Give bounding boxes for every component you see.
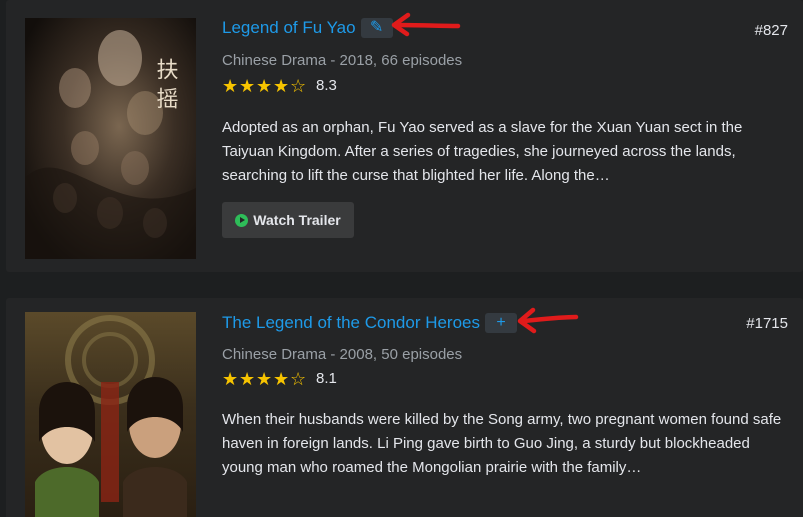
title-row: Legend of Fu Yao ✎ [222,16,393,40]
add-to-list-button[interactable]: + [485,313,518,333]
show-poster[interactable]: 扶 摇 [25,18,196,259]
watch-trailer-button[interactable]: Watch Trailer [222,202,354,238]
rating-score: 8.3 [316,77,337,94]
rank-number: #1715 [746,315,788,332]
rating: ★ ★ ★ ★ ☆ 8.1 [222,369,337,389]
watch-trailer-label: Watch Trailer [253,212,341,228]
rank-number: #827 [754,22,788,39]
star-rating: ★ ★ ★ ★ ☆ [222,369,307,389]
edit-button[interactable]: ✎ [360,18,393,38]
title-row: The Legend of the Condor Heroes + [222,311,518,335]
show-poster[interactable] [25,312,196,517]
pencil-icon: ✎ [369,19,384,36]
show-card: 扶 摇 Legend of Fu Yao ✎ #827 Chinese Dram… [6,0,803,272]
rating: ★ ★ ★ ★ ☆ 8.3 [222,76,337,96]
show-meta: Chinese Drama - 2008, 50 episodes [222,346,463,363]
show-description: When their husbands were killed by the S… [222,411,782,476]
show-card: The Legend of the Condor Heroes + #1715 … [6,298,803,517]
star-full-icon: ★ [222,76,239,96]
star-empty-icon: ☆ [290,76,307,96]
star-full-icon: ★ [239,369,256,389]
show-title-link[interactable]: Legend of Fu Yao [222,16,356,40]
star-full-icon: ★ [273,369,290,389]
rating-score: 8.1 [316,370,337,387]
show-title-link[interactable]: The Legend of the Condor Heroes [222,311,480,335]
show-meta: Chinese Drama - 2018, 66 episodes [222,52,463,69]
star-full-icon: ★ [222,369,239,389]
star-full-icon: ★ [273,76,290,96]
star-empty-icon: ☆ [290,369,307,389]
star-full-icon: ★ [256,76,273,96]
poster-calligraphy: 扶 摇 [153,58,179,109]
plus-icon: + [496,314,506,331]
star-rating: ★ ★ ★ ★ ☆ [222,76,307,96]
play-icon [235,213,249,227]
star-full-icon: ★ [256,369,273,389]
star-full-icon: ★ [239,76,256,96]
show-description: Adopted as an orphan, Fu Yao served as a… [222,119,743,184]
